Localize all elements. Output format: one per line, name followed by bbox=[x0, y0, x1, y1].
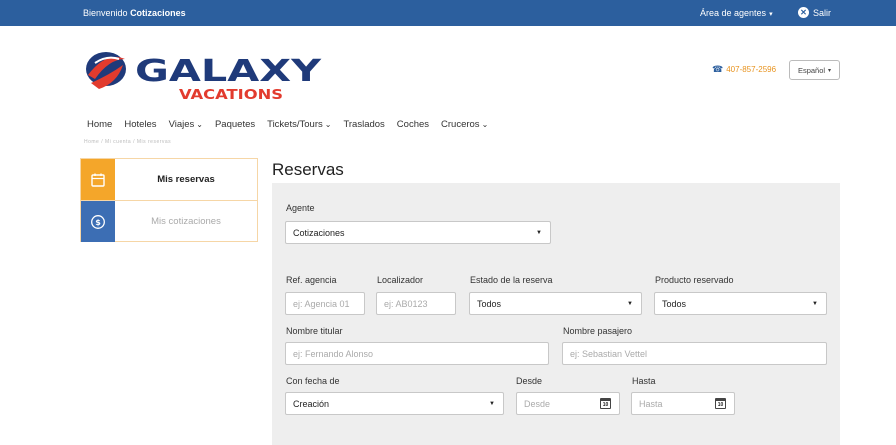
nav-item-tickets-tours[interactable]: Tickets/Tours ⌄ bbox=[267, 119, 331, 130]
logo-sub: VACATIONS bbox=[179, 88, 283, 100]
to-date-input[interactable]: Hasta 10 bbox=[631, 392, 735, 415]
nav-item-viajes[interactable]: Viajes ⌄ bbox=[169, 119, 203, 130]
welcome-user: Cotizaciones bbox=[130, 8, 186, 18]
welcome-text: Bienvenido Cotizaciones bbox=[83, 8, 186, 18]
holder-placeholder: ej: Fernando Alonso bbox=[293, 348, 374, 359]
chevron-down-icon: ⌄ bbox=[324, 120, 332, 129]
breadcrumb: Home / Mi cuenta / Mis reservas bbox=[84, 139, 172, 145]
nav-item-label: Cruceros bbox=[441, 119, 480, 130]
logout-label: Salir bbox=[813, 7, 832, 18]
agents-area-menu[interactable]: Área de agentes ▾ bbox=[700, 8, 773, 18]
galaxy-vacations-logo[interactable]: GALAXY VACATIONS bbox=[81, 45, 331, 100]
passenger-label: Nombre pasajero bbox=[563, 326, 633, 336]
locator-label: Localizador bbox=[377, 275, 424, 285]
agency-ref-input[interactable]: ej: Agencia 01 bbox=[285, 292, 365, 315]
phone-contact[interactable]: ☎ 407-857-2596 bbox=[712, 64, 776, 75]
calendar-icon bbox=[81, 159, 115, 200]
passenger-placeholder: ej: Sebastian Vettel bbox=[570, 348, 648, 359]
top-bar: Bienvenido Cotizaciones Área de agentes ▾… bbox=[0, 0, 896, 26]
to-date-label: Hasta bbox=[632, 376, 656, 386]
agent-select[interactable]: Cotizaciones ▼ bbox=[285, 221, 551, 244]
svg-text:$: $ bbox=[95, 218, 101, 227]
nav-item-label: Home bbox=[87, 119, 113, 130]
agent-label: Agente bbox=[286, 203, 315, 213]
caret-down-icon: ▼ bbox=[536, 230, 542, 236]
agency-ref-placeholder: ej: Agencia 01 bbox=[293, 298, 350, 309]
nav-item-coches[interactable]: Coches bbox=[397, 119, 429, 130]
nav-item-paquetes[interactable]: Paquetes bbox=[215, 119, 255, 130]
logo-word: GALAXY bbox=[135, 54, 323, 89]
chevron-down-icon: ⌄ bbox=[196, 120, 203, 129]
locator-input[interactable]: ej: AB0123 bbox=[376, 292, 456, 315]
sidebar-item-label: Mis reservas bbox=[157, 174, 215, 185]
date-type-label: Con fecha de bbox=[286, 376, 340, 386]
status-label: Estado de la reserva bbox=[470, 275, 553, 285]
caret-down-icon: ▼ bbox=[627, 301, 633, 307]
caret-down-icon: ▾ bbox=[828, 67, 832, 74]
welcome-prefix: Bienvenido bbox=[83, 8, 128, 18]
sidebar-item-label: Mis cotizaciones bbox=[151, 215, 221, 227]
nav-item-hoteles[interactable]: Hoteles bbox=[124, 119, 156, 130]
logout-button[interactable]: ✕ Salir bbox=[798, 7, 831, 18]
holder-label: Nombre titular bbox=[286, 326, 343, 336]
nav-item-label: Viajes bbox=[168, 119, 195, 130]
date-type-select[interactable]: Creación ▼ bbox=[285, 392, 504, 415]
language-label: Español bbox=[797, 65, 826, 75]
product-select-value: Todos bbox=[662, 298, 687, 309]
calendar-icon[interactable]: 10 bbox=[715, 398, 726, 409]
nav-item-cruceros[interactable]: Cruceros ⌄ bbox=[441, 119, 488, 130]
calendar-icon[interactable]: 10 bbox=[600, 398, 611, 409]
agents-area-label: Área de agentes bbox=[700, 8, 767, 18]
phone-number: 407-857-2596 bbox=[726, 65, 777, 74]
swirl-logo-mark bbox=[86, 52, 126, 89]
agency-ref-label: Ref. agencia bbox=[286, 275, 337, 285]
status-select[interactable]: Todos ▼ bbox=[469, 292, 642, 315]
sidebar-item-mis-cotizaciones[interactable]: $ Mis cotizaciones bbox=[81, 200, 257, 242]
dollar-icon: $ bbox=[81, 201, 115, 242]
date-type-select-value: Creación bbox=[293, 398, 330, 409]
passenger-input[interactable]: ej: Sebastian Vettel bbox=[562, 342, 827, 365]
language-select[interactable]: Español ▾ bbox=[789, 60, 840, 80]
close-circle-icon: ✕ bbox=[798, 7, 809, 18]
chevron-down-icon: ⌄ bbox=[481, 120, 489, 129]
nav-item-home[interactable]: Home bbox=[87, 119, 112, 130]
phone-icon: ☎ bbox=[712, 64, 724, 74]
caret-down-icon: ▾ bbox=[769, 11, 773, 18]
search-form-panel: Agente Cotizaciones ▼ Ref. agencia ej: A… bbox=[272, 183, 840, 445]
nav-item-label: Hoteles bbox=[124, 119, 157, 130]
status-select-value: Todos bbox=[477, 298, 502, 309]
agent-select-value: Cotizaciones bbox=[293, 227, 345, 238]
product-select[interactable]: Todos ▼ bbox=[654, 292, 827, 315]
from-date-input[interactable]: Desde 10 bbox=[516, 392, 620, 415]
nav-item-label: Tickets/Tours bbox=[267, 119, 323, 130]
caret-down-icon: ▼ bbox=[489, 401, 495, 407]
sidebar-item-mis-reservas[interactable]: Mis reservas bbox=[81, 159, 257, 200]
page-title: Reservas bbox=[272, 160, 344, 179]
nav-item-label: Traslados bbox=[343, 119, 385, 130]
from-date-placeholder: Desde bbox=[524, 398, 551, 409]
nav-item-traslados[interactable]: Traslados bbox=[343, 119, 384, 130]
caret-down-icon: ▼ bbox=[812, 301, 818, 307]
locator-placeholder: ej: AB0123 bbox=[384, 298, 428, 309]
account-sidebar: Mis reservas $ Mis cotizaciones bbox=[80, 158, 258, 242]
to-date-placeholder: Hasta bbox=[639, 398, 663, 409]
holder-input[interactable]: ej: Fernando Alonso bbox=[285, 342, 549, 365]
main-nav: Home Hoteles Viajes ⌄ Paquetes Tickets/Tours ⌄… bbox=[87, 119, 500, 130]
nav-item-label: Coches bbox=[396, 119, 430, 130]
product-label: Producto reservado bbox=[655, 275, 734, 285]
from-date-label: Desde bbox=[516, 376, 543, 386]
nav-item-label: Paquetes bbox=[214, 119, 256, 130]
